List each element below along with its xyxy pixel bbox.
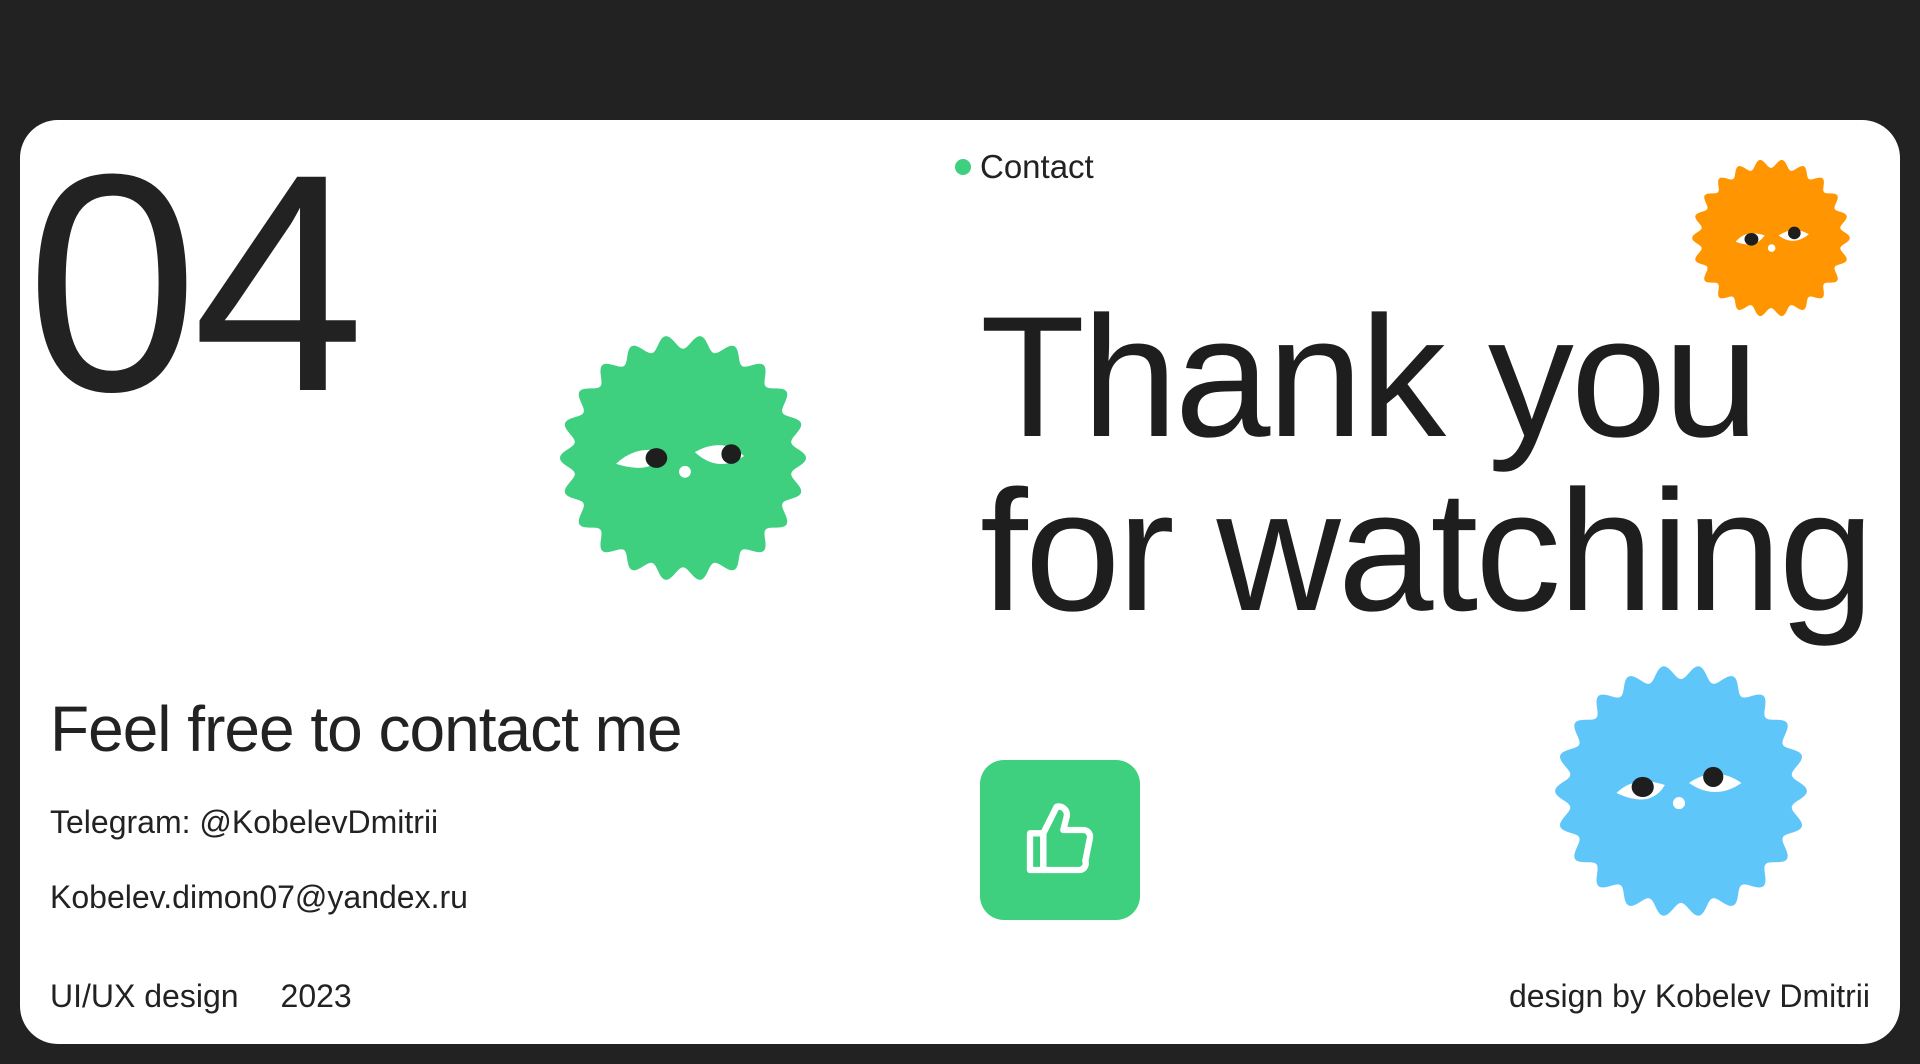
footer-meta: UI/UX design 2023 bbox=[50, 978, 352, 1015]
headline: Thank you for watching bbox=[980, 290, 1874, 638]
slide-card: 04 Contact Thank you for watching Feel f… bbox=[20, 120, 1900, 1044]
orange-blob-shape bbox=[1692, 159, 1850, 317]
green-blob-shape bbox=[559, 336, 807, 580]
blue-blob-shape bbox=[1555, 666, 1807, 916]
orange-blob-mascot bbox=[1692, 159, 1850, 317]
green-blob-mascot bbox=[559, 336, 807, 580]
section-tag: Contact bbox=[955, 148, 1094, 186]
like-button[interactable] bbox=[980, 760, 1140, 920]
headline-line-1: Thank you bbox=[980, 281, 1759, 473]
footer-credit: design by Kobelev Dmitrii bbox=[1508, 978, 1870, 1014]
headline-line-2: for watching bbox=[980, 455, 1874, 647]
section-label: Contact bbox=[980, 148, 1094, 185]
slide-number: 04 bbox=[26, 120, 365, 456]
status-dot bbox=[955, 159, 971, 175]
contact-title: Feel free to contact me bbox=[50, 693, 683, 765]
thumbs-up-icon bbox=[1026, 803, 1094, 874]
footer-year: 2023 bbox=[280, 978, 352, 1014]
footer-category: UI/UX design bbox=[50, 978, 239, 1014]
telegram-link[interactable]: Telegram: @KobelevDmitrii bbox=[50, 804, 438, 841]
email-link[interactable]: Kobelev.dimon07@yandex.ru bbox=[50, 879, 468, 916]
blue-blob-mascot bbox=[1555, 666, 1807, 916]
